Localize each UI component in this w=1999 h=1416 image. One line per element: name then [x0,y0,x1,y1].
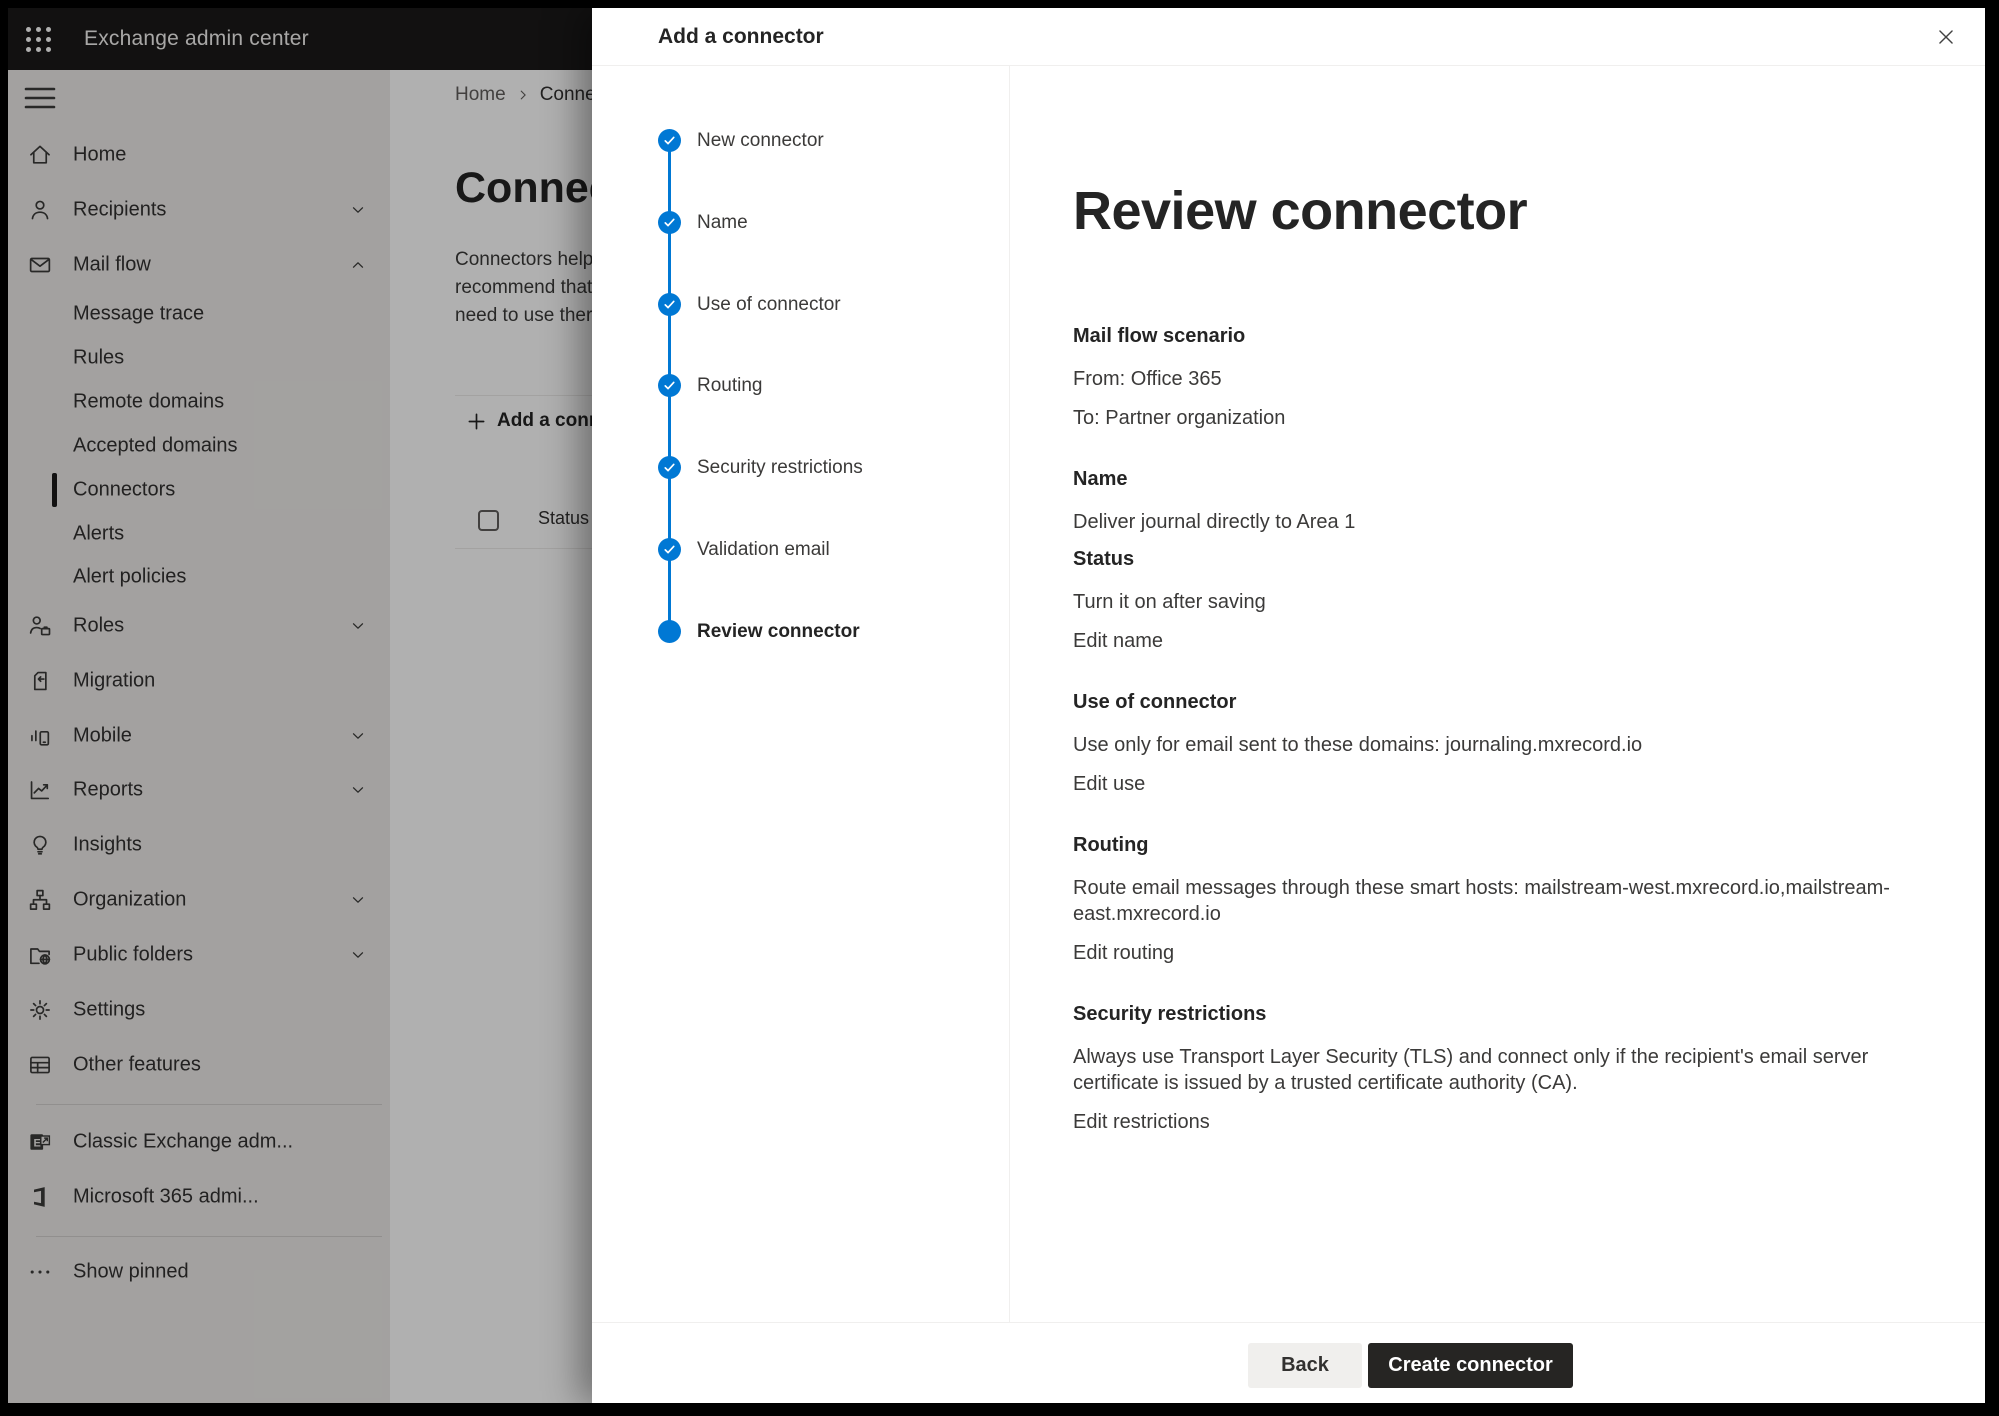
step-complete-check-icon [658,293,681,316]
step-label: Validation email [697,539,830,561]
routing-heading: Routing [1073,834,1918,857]
step-review-connector[interactable]: Review connector [592,620,1009,644]
name-heading: Name [1073,468,1918,491]
step-complete-check-icon [658,211,681,234]
close-icon[interactable] [1931,22,1961,52]
name-text: Turn it on after saving [1073,589,1918,615]
exchange-admin-center-screen: { "topbar": { "title": "Exchange admin c… [0,0,1999,1416]
dialog-footer: Back Create connector [592,1322,1985,1403]
security-restrictions-text: Always use Transport Layer Security (TLS… [1073,1044,1918,1096]
review-pane: Review connector Mail flow scenario From:… [1011,66,1985,1322]
step-label: Name [697,212,748,234]
step-routing[interactable]: Routing [592,374,1009,398]
use-of-connector-heading: Use of connector [1073,691,1918,714]
review-section-use-of-connector: Use of connector Use only for email sent … [1073,691,1918,797]
step-label: New connector [697,130,824,152]
review-title: Review connector [1073,180,1985,242]
review-section-mail-flow-scenario: Mail flow scenario From: Office 365 To: Pa… [1073,325,1918,431]
step-complete-check-icon [658,129,681,152]
use-of-connector-text: Use only for email sent to these domains… [1073,732,1918,758]
edit-routing-link[interactable]: Edit routing [1073,940,1174,966]
app-window: Exchange admin center HomeRecipientsMail… [8,8,1985,1403]
step-use-of-connector[interactable]: Use of connector [592,293,1009,317]
step-name[interactable]: Name [592,211,1009,235]
review-section-routing: Routing Route email messages through thes… [1073,834,1918,966]
wizard-stepper: New connector Name Use of connector Routing… [592,66,1010,1322]
create-connector-button[interactable]: Create connector [1368,1343,1573,1388]
mail-flow-scenario-heading: Mail flow scenario [1073,325,1918,348]
mail-flow-scenario-text: To: Partner organization [1073,405,1918,431]
review-section-security-restrictions: Security restrictions Always use Transpor… [1073,1003,1918,1135]
step-security-restrictions[interactable]: Security restrictions [592,456,1009,480]
step-complete-check-icon [658,374,681,397]
review-section-name: Name Deliver journal directly to Area 1 St… [1073,468,1918,654]
step-label: Review connector [697,621,860,643]
edit-restrictions-link[interactable]: Edit restrictions [1073,1109,1210,1135]
step-label: Use of connector [697,294,841,316]
routing-text: Route email messages through these smart… [1073,875,1918,927]
dialog-header: Add a connector [592,8,1985,66]
dialog-title: Add a connector [658,8,824,66]
back-button[interactable]: Back [1248,1343,1362,1388]
name-text: Deliver journal directly to Area 1 [1073,509,1918,535]
step-label: Routing [697,375,763,397]
name-heading: Status [1073,548,1918,571]
step-complete-check-icon [658,456,681,479]
step-validation-email[interactable]: Validation email [592,538,1009,562]
security-restrictions-heading: Security restrictions [1073,1003,1918,1026]
step-new-connector[interactable]: New connector [592,129,1009,153]
step-current-dot [658,620,681,643]
add-connector-dialog: Add a connector New connector Name Use of … [592,8,1985,1403]
step-complete-check-icon [658,538,681,561]
mail-flow-scenario-text: From: Office 365 [1073,366,1918,392]
edit-name-link[interactable]: Edit name [1073,628,1163,654]
step-label: Security restrictions [697,457,863,479]
review-sections: Mail flow scenario From: Office 365 To: Pa… [1073,325,1985,1135]
edit-use-link[interactable]: Edit use [1073,771,1145,797]
